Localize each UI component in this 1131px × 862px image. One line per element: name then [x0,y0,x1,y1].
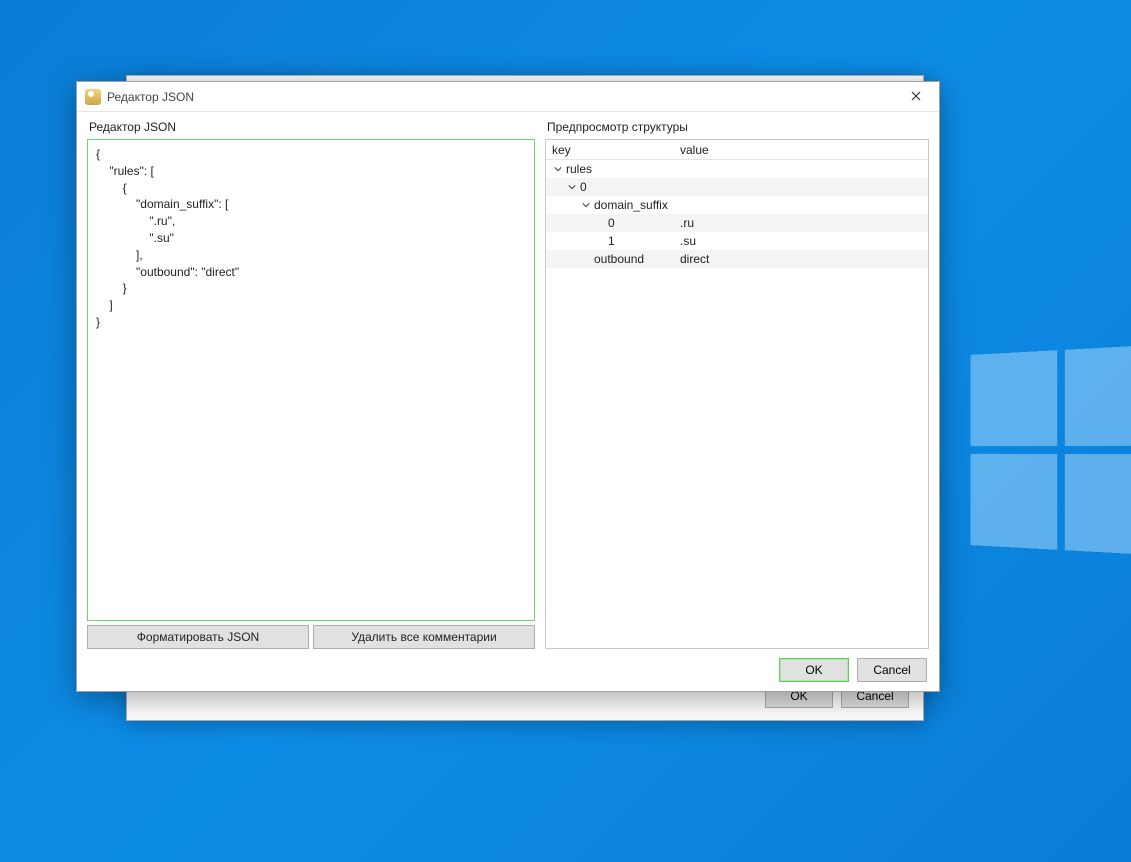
titlebar: Редактор JSON [77,82,939,112]
tree-value: .su [676,234,928,248]
cancel-button[interactable]: Cancel [857,658,927,682]
tree-key: domain_suffix [594,198,668,212]
app-icon [85,89,101,105]
editor-label: Редактор JSON [87,120,535,134]
tree-row[interactable]: 1 .su [546,232,928,250]
dialog-footer: OK Cancel [77,649,939,691]
tree-key: rules [566,162,592,176]
window-title: Редактор JSON [107,90,194,104]
tree-value: .ru [676,216,928,230]
windows-logo [971,345,1131,556]
preview-label: Предпросмотр структуры [545,120,929,134]
tree-header-key: key [546,143,676,157]
tree-row[interactable]: rules [546,160,928,178]
json-editor-dialog: Редактор JSON Редактор JSON Форматироват… [76,81,940,692]
tree-key: 1 [608,234,615,248]
tree-row[interactable]: 0 .ru [546,214,928,232]
json-textarea[interactable] [87,139,535,621]
tree-value: direct [676,252,928,266]
tree-row[interactable]: 0 [546,178,928,196]
format-json-button[interactable]: Форматировать JSON [87,625,309,649]
tree-key: 0 [608,216,615,230]
tree-row[interactable]: outbound direct [546,250,928,268]
close-button[interactable] [893,82,939,112]
chevron-down-icon[interactable] [580,199,592,211]
close-icon [911,90,921,104]
chevron-down-icon[interactable] [552,163,564,175]
tree-header-value: value [676,143,928,157]
chevron-down-icon[interactable] [566,181,578,193]
tree-key: 0 [580,180,587,194]
tree-header: key value [546,140,928,160]
structure-tree[interactable]: key value rules 0 domain_suffix 0 .ru 1 .su out… [545,139,929,649]
tree-key: outbound [594,252,644,266]
ok-button[interactable]: OK [779,658,849,682]
remove-comments-button[interactable]: Удалить все комментарии [313,625,535,649]
tree-row[interactable]: domain_suffix [546,196,928,214]
